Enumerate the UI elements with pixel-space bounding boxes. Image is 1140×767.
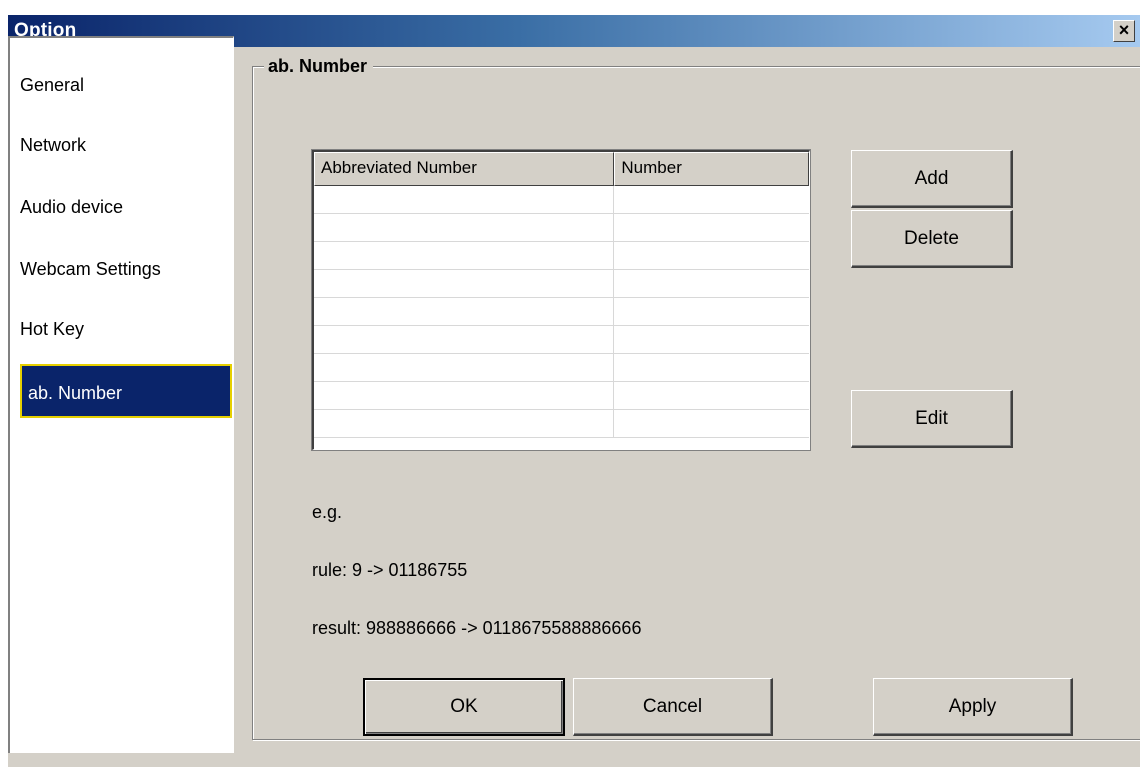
table-cell — [614, 410, 809, 437]
table-cell — [314, 270, 615, 297]
delete-button[interactable]: Delete — [851, 210, 1013, 268]
table-row[interactable] — [314, 214, 809, 242]
table-cell — [314, 382, 615, 409]
add-button[interactable]: Add — [851, 150, 1013, 208]
table-cell — [314, 186, 615, 213]
table-row[interactable] — [314, 326, 809, 354]
table-cell — [614, 214, 809, 241]
table-cell — [614, 326, 809, 353]
close-button[interactable]: × — [1113, 20, 1135, 42]
table-cell — [614, 354, 809, 381]
options-category-list: General Network Audio device Webcam Sett… — [8, 36, 234, 753]
table-cell — [614, 242, 809, 269]
column-header-number[interactable]: Number — [614, 152, 809, 186]
sidebar-item-audio-device[interactable]: Audio device — [14, 180, 224, 234]
example-rule-text: rule: 9 -> 01186755 — [312, 560, 468, 580]
table-cell — [314, 214, 615, 241]
sidebar-item-webcam-settings[interactable]: Webcam Settings — [14, 242, 224, 296]
table-row[interactable] — [314, 242, 809, 270]
apply-button[interactable]: Apply — [873, 678, 1073, 736]
table-row[interactable] — [314, 410, 809, 438]
abbreviated-number-table[interactable]: Abbreviated Number Number — [312, 150, 810, 450]
sidebar-item-general[interactable]: General — [14, 58, 224, 112]
table-cell — [314, 354, 615, 381]
table-cell — [314, 410, 615, 437]
table-row[interactable] — [314, 270, 809, 298]
table-row[interactable] — [314, 298, 809, 326]
table-cell — [314, 242, 615, 269]
cancel-button[interactable]: Cancel — [573, 678, 773, 736]
table-body — [314, 186, 809, 438]
sidebar-item-hot-key[interactable]: Hot Key — [14, 302, 224, 356]
table-cell — [314, 326, 615, 353]
table-cell — [614, 186, 809, 213]
ok-button[interactable]: OK — [363, 678, 565, 736]
edit-button[interactable]: Edit — [851, 390, 1013, 448]
table-row[interactable] — [314, 382, 809, 410]
sidebar-item-ab-number[interactable]: ab. Number — [20, 364, 232, 418]
table-cell — [614, 298, 809, 325]
table-row[interactable] — [314, 186, 809, 214]
example-result-text: result: 988886666 -> 0118675588886666 — [312, 618, 642, 638]
table-row[interactable] — [314, 354, 809, 382]
example-heading: e.g. — [312, 502, 343, 522]
close-icon: × — [1118, 20, 1130, 40]
table-header: Abbreviated Number Number — [314, 152, 809, 186]
table-cell — [614, 270, 809, 297]
sidebar-item-network[interactable]: Network — [14, 118, 224, 172]
table-cell — [614, 382, 809, 409]
column-header-abbreviated-number[interactable]: Abbreviated Number — [314, 152, 615, 186]
groupbox-title: ab. Number — [264, 56, 374, 77]
table-cell — [314, 298, 615, 325]
